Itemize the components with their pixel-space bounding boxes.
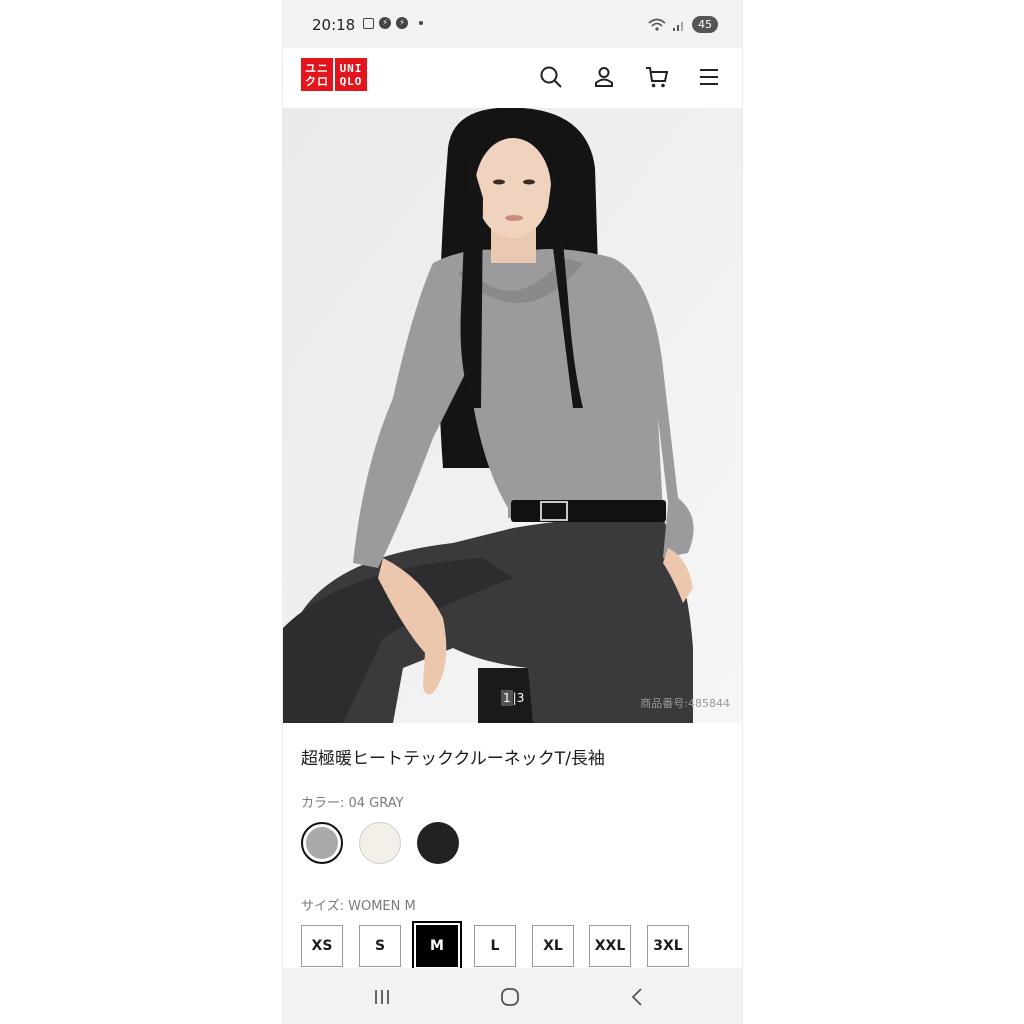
product-title: 超極暖ヒートテッククルーネックT/長袖 bbox=[301, 749, 605, 769]
product-image-carousel[interactable]: 1 |3 商品番号:485844 bbox=[283, 108, 742, 723]
size-option-s[interactable]: S bbox=[359, 925, 401, 967]
pager-current: 1 bbox=[501, 690, 513, 706]
size-option-xs[interactable]: XS bbox=[301, 925, 343, 967]
status-time: 20:18 bbox=[312, 16, 356, 34]
phone-screen: 20:18 ⚡ ⚡ 45 ユニ クロ UNI QLO 1 |3 商品番号:485… bbox=[282, 0, 743, 1024]
pager-total: 3 bbox=[516, 691, 525, 705]
recent-apps-icon[interactable] bbox=[369, 984, 395, 1010]
size-option-m[interactable]: M bbox=[412, 921, 462, 971]
search-icon[interactable] bbox=[538, 64, 564, 90]
size-option-xxl[interactable]: XXL bbox=[589, 925, 631, 967]
cart-icon[interactable] bbox=[644, 64, 670, 90]
battery-indicator: 45 bbox=[692, 16, 718, 33]
account-icon[interactable] bbox=[591, 64, 617, 90]
product-photo bbox=[283, 108, 742, 723]
product-number: 商品番号:485844 bbox=[640, 697, 730, 710]
screenshot-icon bbox=[363, 17, 374, 29]
image-pager: 1 |3 bbox=[501, 690, 525, 706]
menu-icon[interactable] bbox=[696, 64, 722, 90]
logo-katakana: ユニ クロ bbox=[301, 58, 333, 91]
system-navigation-bar bbox=[283, 968, 742, 1024]
logo-latin: UNI QLO bbox=[335, 58, 367, 91]
size-option-l[interactable]: L bbox=[474, 925, 516, 967]
color-swatch-gray[interactable] bbox=[301, 822, 343, 864]
uniqlo-logo[interactable]: ユニ クロ UNI QLO bbox=[301, 58, 367, 91]
back-icon[interactable] bbox=[625, 984, 651, 1010]
color-label: カラー: 04 GRAY bbox=[301, 796, 404, 811]
messenger-icon: ⚡ bbox=[379, 17, 391, 29]
status-bar: 20:18 ⚡ ⚡ 45 bbox=[283, 0, 742, 48]
size-option-xl[interactable]: XL bbox=[532, 925, 574, 967]
signal-icon bbox=[673, 21, 683, 31]
notification-dot-icon bbox=[419, 21, 423, 25]
size-option-3xl[interactable]: 3XL bbox=[647, 925, 689, 967]
wifi-icon bbox=[648, 18, 666, 31]
size-label: サイズ: WOMEN M bbox=[301, 899, 416, 914]
site-header: ユニ クロ UNI QLO bbox=[283, 48, 742, 108]
messenger-icon: ⚡ bbox=[396, 17, 408, 29]
home-icon[interactable] bbox=[497, 984, 523, 1010]
color-swatch-off-white[interactable] bbox=[359, 822, 401, 864]
color-swatch-black[interactable] bbox=[417, 822, 459, 864]
